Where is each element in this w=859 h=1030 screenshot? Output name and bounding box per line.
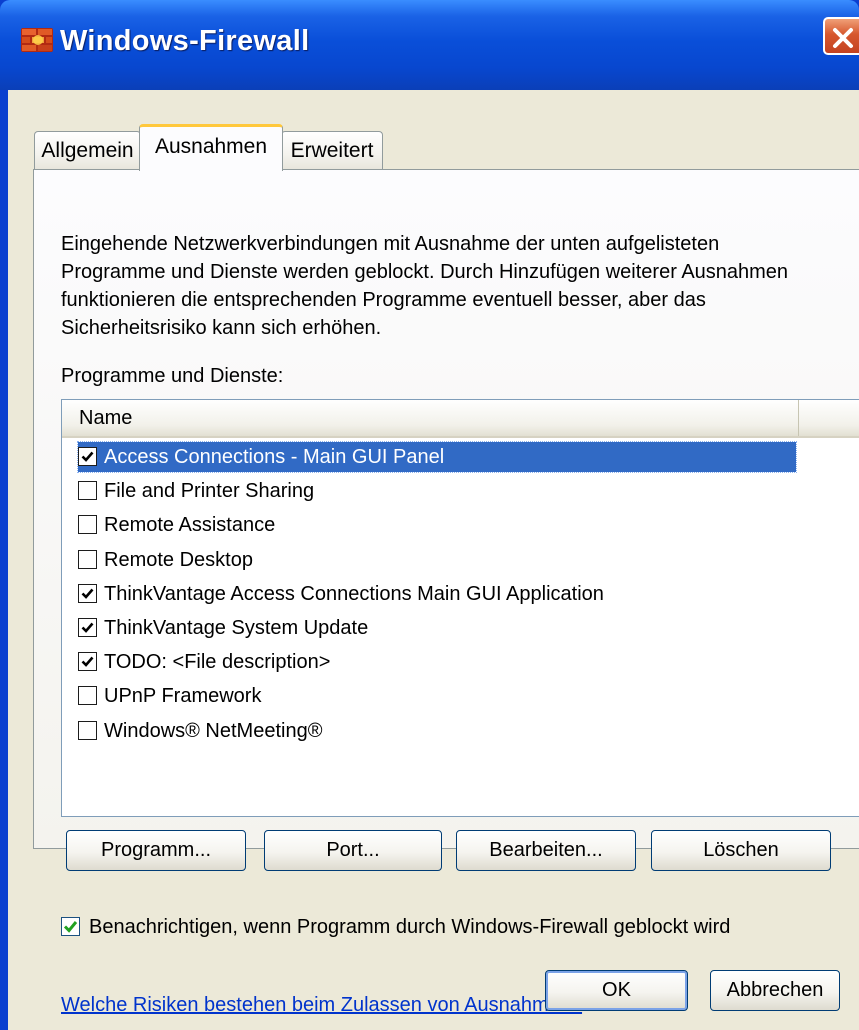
list-item-label: Remote Assistance bbox=[104, 514, 276, 537]
intro-line: Eingehende Netzwerkverbindungen mit Ausn… bbox=[61, 233, 720, 255]
list-item[interactable]: TODO: <File description> bbox=[62, 646, 859, 680]
list-item[interactable]: ThinkVantage Access Connections Main GUI… bbox=[62, 578, 859, 612]
window-title: Windows-Firewall bbox=[60, 25, 310, 57]
exceptions-risk-help-link[interactable]: Welche Risiken bestehen beim Zulassen vo… bbox=[61, 994, 582, 1017]
list-item-checkbox[interactable] bbox=[78, 652, 97, 672]
list-item-content: File and Printer Sharing bbox=[78, 476, 796, 506]
list-item-content: UPnP Framework bbox=[78, 681, 796, 711]
list-item-checkbox[interactable] bbox=[78, 583, 97, 603]
tab-erweitert[interactable]: Erweitert bbox=[281, 131, 383, 169]
list-item-label: Remote Desktop bbox=[104, 548, 253, 571]
list-item-label: Access Connections - Main GUI Panel bbox=[104, 446, 445, 468]
list-item-content: ThinkVantage Access Connections Main GUI… bbox=[78, 579, 796, 609]
firewall-brick-icon bbox=[21, 28, 53, 52]
list-item-content: Remote Desktop bbox=[78, 545, 796, 575]
title-bar[interactable]: Windows-Firewall bbox=[0, 0, 859, 90]
list-item-label: ThinkVantage System Update bbox=[104, 616, 369, 639]
tab-ausnahmen[interactable]: Ausnahmen bbox=[139, 124, 283, 171]
close-button[interactable] bbox=[823, 17, 859, 55]
programs-listview[interactable]: Name Access Connections - Main GUI Panel… bbox=[61, 399, 859, 817]
checkmark-icon bbox=[81, 656, 94, 668]
cancel-button[interactable]: Abbrechen bbox=[710, 970, 840, 1011]
list-item[interactable]: ThinkVantage System Update bbox=[62, 612, 859, 646]
list-item-label: Windows® NetMeeting® bbox=[104, 719, 323, 742]
list-item-content: Windows® NetMeeting® bbox=[78, 716, 796, 746]
list-item-content: Access Connections - Main GUI Panel bbox=[77, 441, 797, 473]
list-item[interactable]: UPnP Framework bbox=[62, 680, 859, 714]
intro-line: funktionieren die entsprechenden Program… bbox=[61, 289, 706, 311]
list-items: Access Connections - Main GUI Panel File … bbox=[62, 441, 859, 749]
exceptions-tab-panel: Eingehende Netzwerkverbindungen mit Ausn… bbox=[33, 169, 859, 1016]
checkmark-icon bbox=[81, 588, 94, 599]
tab-allgemein[interactable]: Allgemein bbox=[34, 131, 141, 169]
add-port-button[interactable]: Port... bbox=[264, 830, 442, 871]
firewall-window: Windows-Firewall Allgemein Ausnahmen Erw… bbox=[0, 0, 859, 1030]
ok-button[interactable]: OK bbox=[545, 970, 688, 1011]
list-item-content: TODO: <File description> bbox=[78, 647, 796, 677]
intro-line: Programme und Dienste werden geblockt. D… bbox=[61, 261, 789, 283]
checkmark-icon bbox=[81, 622, 94, 633]
list-item-checkbox[interactable] bbox=[78, 720, 97, 740]
list-item-content: ThinkVantage System Update bbox=[78, 613, 796, 643]
list-item-checkbox[interactable] bbox=[78, 481, 97, 501]
intro-line: Sicherheitsrisiko kann sich erhöhen. bbox=[61, 317, 382, 339]
list-item[interactable]: File and Printer Sharing bbox=[62, 475, 859, 509]
intro-text: Eingehende Netzwerkverbindungen mit Ausn… bbox=[61, 230, 859, 342]
notify-option[interactable]: Benachrichtigen, wenn Programm durch Win… bbox=[61, 911, 851, 943]
dialog-client-area: Allgemein Ausnahmen Erweitert Eingehende… bbox=[8, 90, 859, 1030]
checkmark-icon bbox=[81, 451, 94, 462]
list-item-checkbox[interactable] bbox=[78, 617, 97, 637]
list-item[interactable]: Remote Assistance bbox=[62, 509, 859, 543]
list-item-content: Remote Assistance bbox=[78, 510, 796, 540]
notify-checkbox[interactable] bbox=[61, 917, 80, 936]
list-item-label: TODO: <File description> bbox=[104, 651, 331, 674]
list-item-checkbox[interactable] bbox=[78, 686, 97, 706]
column-header-name[interactable]: Name bbox=[62, 400, 799, 436]
list-item[interactable]: Remote Desktop bbox=[62, 544, 859, 578]
list-item[interactable]: Access Connections - Main GUI Panel bbox=[62, 441, 859, 475]
list-item-checkbox[interactable] bbox=[78, 549, 97, 569]
notify-label: Benachrichtigen, wenn Programm durch Win… bbox=[89, 916, 731, 938]
list-item-label: UPnP Framework bbox=[104, 685, 262, 708]
programs-list-label: Programme und Dienste: bbox=[61, 365, 284, 387]
add-program-button[interactable]: Programm... bbox=[66, 830, 246, 871]
edit-button[interactable]: Bearbeiten... bbox=[456, 830, 636, 871]
list-item-checkbox[interactable] bbox=[78, 447, 97, 466]
list-item-label: File and Printer Sharing bbox=[104, 480, 315, 503]
list-item[interactable]: Windows® NetMeeting® bbox=[62, 715, 859, 749]
list-item-label: ThinkVantage Access Connections Main GUI… bbox=[104, 582, 604, 605]
list-header: Name bbox=[62, 400, 859, 438]
checkmark-icon bbox=[63, 921, 78, 933]
list-item-checkbox[interactable] bbox=[78, 515, 97, 535]
close-icon bbox=[833, 28, 853, 48]
delete-button[interactable]: Löschen bbox=[651, 830, 831, 871]
